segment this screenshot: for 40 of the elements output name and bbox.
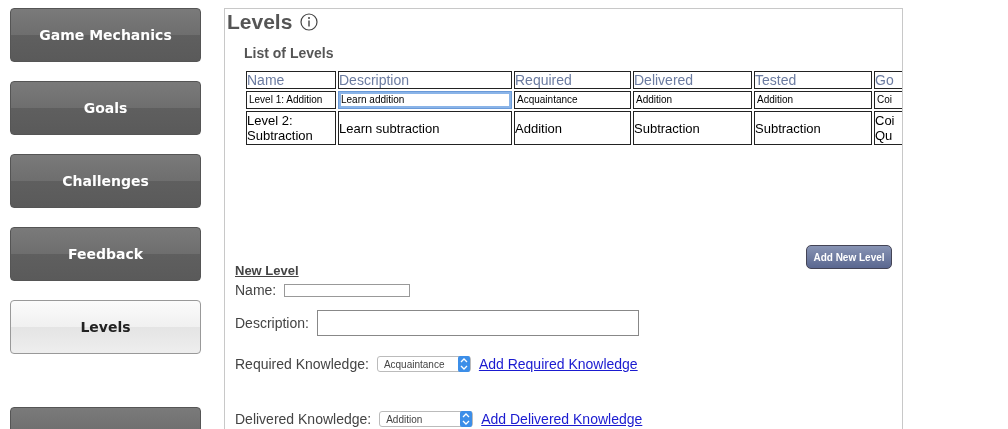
info-icon[interactable] <box>300 13 319 31</box>
table-cell: Coi Qu <box>874 111 902 145</box>
add-level-button[interactable]: Add New Level <box>806 245 892 269</box>
add-knowledge-link[interactable]: Add Delivered Knowledge <box>481 411 643 427</box>
page-title: Levels <box>227 9 293 35</box>
name-field[interactable] <box>284 283 411 297</box>
table-cell: Level 2: Subtraction <box>246 111 336 145</box>
table-cell: Subtraction <box>754 111 872 145</box>
section-title: List of Levels <box>244 45 335 61</box>
table-input[interactable]: Addition <box>633 91 752 109</box>
nav-button[interactable]: Challenges <box>10 154 201 208</box>
knowledge-dropdown[interactable]: Acquaintance <box>376 356 471 372</box>
field-label: Required Knowledge: <box>235 356 369 372</box>
column-header: Name <box>246 71 336 89</box>
field-label: Description: <box>235 315 309 331</box>
knowledge-dropdown[interactable]: Addition <box>379 411 474 427</box>
stepper-icon <box>457 356 470 372</box>
nav-button[interactable]: Game Mechanics <box>10 8 201 62</box>
add-knowledge-link[interactable]: Add Required Knowledge <box>478 356 638 372</box>
column-header: Delivered <box>633 71 752 89</box>
column-header: Go <box>874 71 902 89</box>
column-header: Description <box>338 71 512 89</box>
table-cell: Addition <box>514 111 631 145</box>
table-cell: Learn subtraction <box>338 111 512 145</box>
table-input[interactable]: Coi <box>874 91 902 109</box>
table-input[interactable]: Learn addition <box>338 91 512 109</box>
nav-button[interactable]: Levels <box>10 300 201 354</box>
stepper-icon <box>460 411 473 427</box>
table-input[interactable]: Addition <box>754 91 872 109</box>
form-title: New Level <box>235 263 300 278</box>
nav-button[interactable]: Goals <box>10 81 201 135</box>
nav-button[interactable]: Feedback <box>10 227 201 281</box>
field-label: Name: <box>235 282 277 298</box>
column-header: Required <box>514 71 631 89</box>
description-field[interactable] <box>316 310 639 336</box>
field-label: Delivered Knowledge: <box>235 411 372 427</box>
column-header: Tested <box>754 71 872 89</box>
table-input[interactable]: Level 1: Addition <box>246 91 336 109</box>
table-cell: Subtraction <box>633 111 752 145</box>
table-input[interactable]: Acquaintance <box>514 91 631 109</box>
